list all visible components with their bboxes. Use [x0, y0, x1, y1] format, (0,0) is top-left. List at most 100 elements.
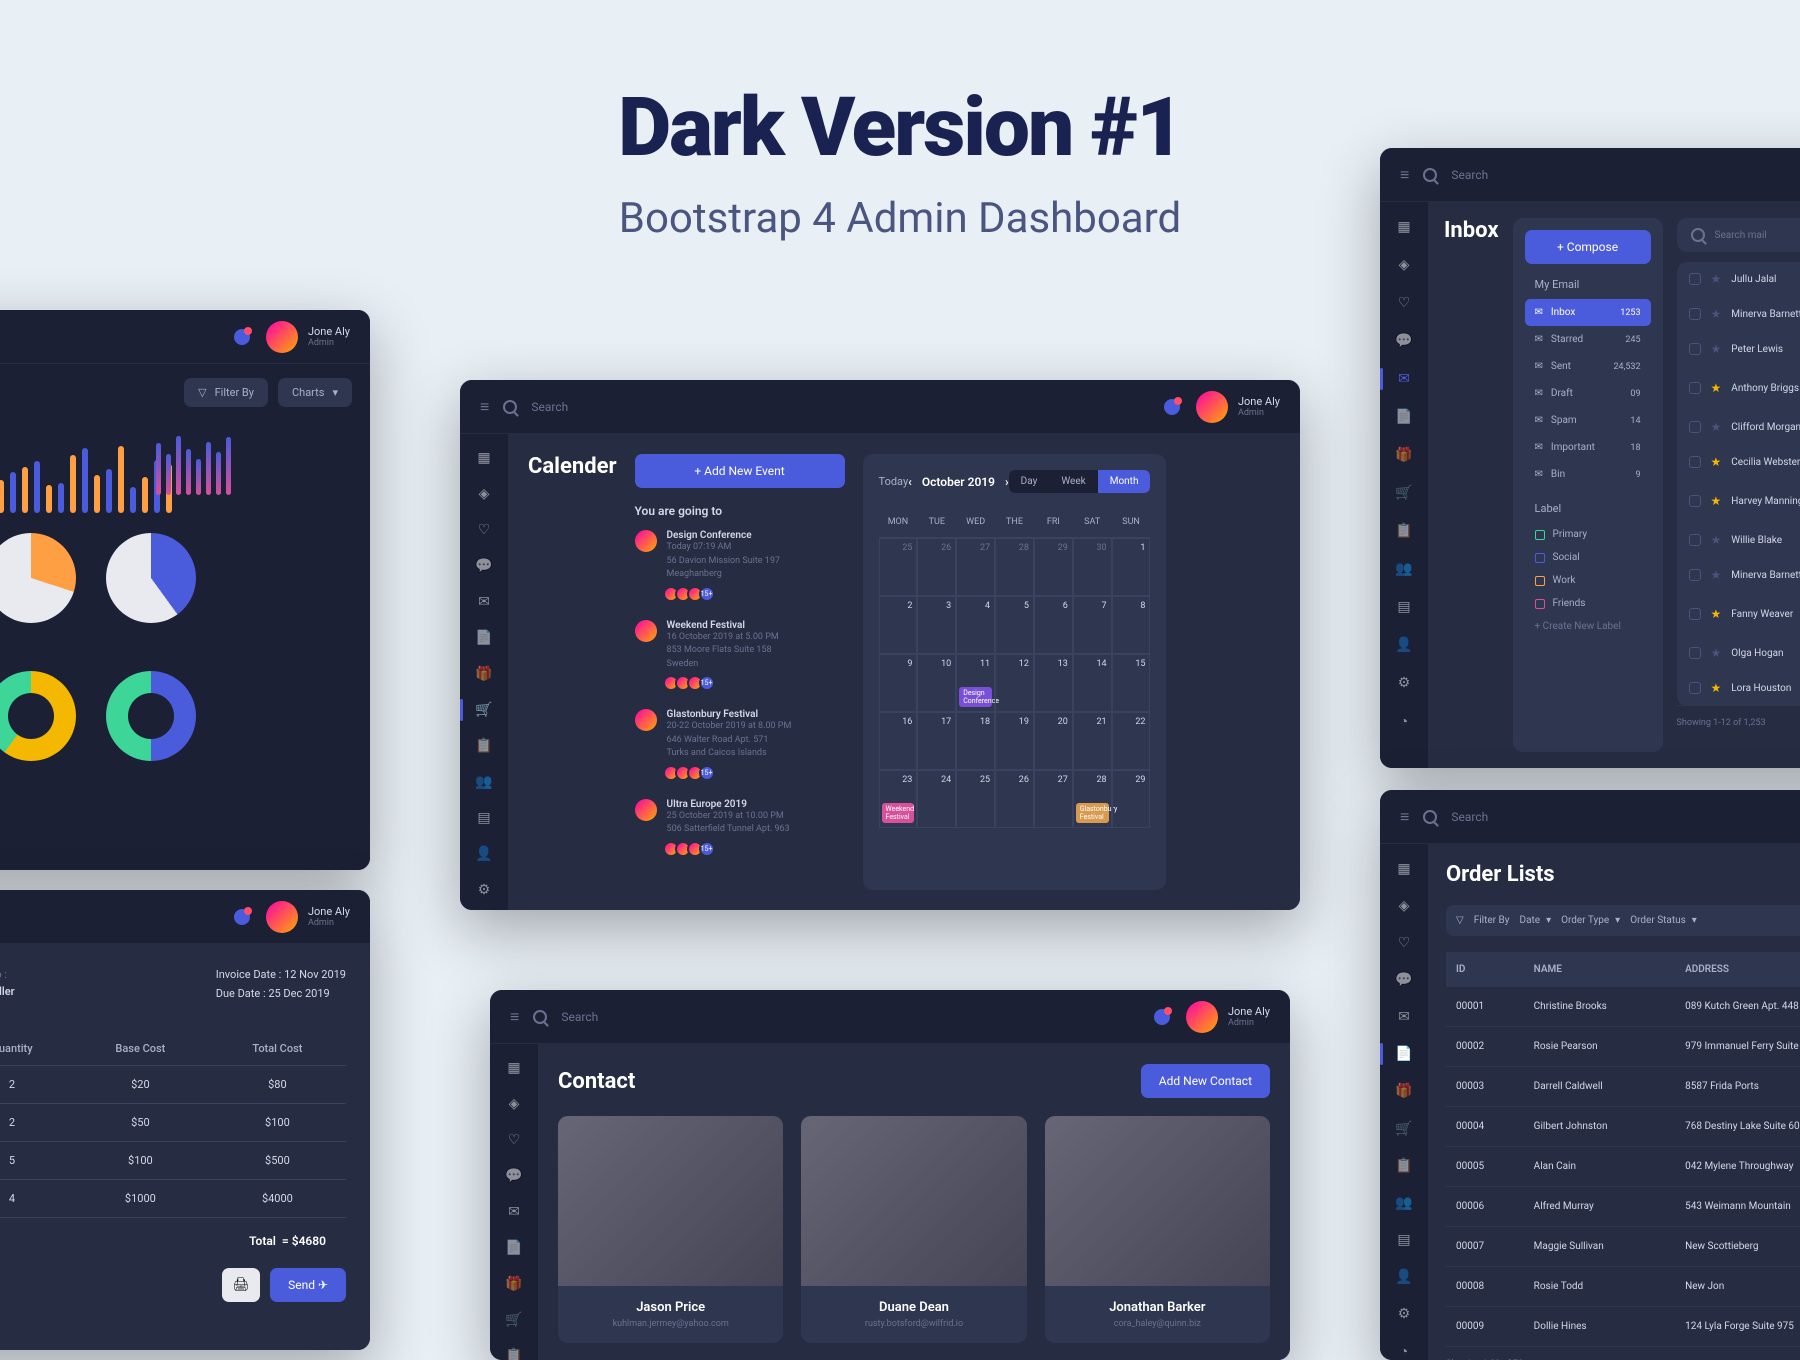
calendar-cell[interactable]: 28Glastonbury Festival [1073, 770, 1112, 828]
calendar-cell[interactable]: 27 [1034, 770, 1073, 828]
checkbox[interactable] [1689, 343, 1701, 355]
sidebar-icon[interactable]: ⚙ [475, 882, 493, 898]
label-item[interactable]: Work [1525, 569, 1651, 592]
checkbox[interactable] [1689, 569, 1701, 581]
sidebar-icon[interactable]: ⚙ [1395, 674, 1413, 692]
sidebar-icon[interactable]: 🛒 [505, 1312, 523, 1328]
checkbox[interactable] [1689, 273, 1701, 285]
calendar-cell[interactable]: 7 [1073, 596, 1112, 654]
sidebar-icon[interactable]: 💬 [1395, 332, 1413, 350]
seg-week[interactable]: Week [1049, 470, 1097, 493]
star-icon[interactable]: ★ [1711, 681, 1722, 695]
compose-button[interactable]: + Compose [1525, 230, 1651, 264]
calendar-cell[interactable]: 29 [1034, 538, 1073, 596]
bell-icon[interactable] [234, 909, 250, 925]
calendar-cell[interactable]: 18 [956, 712, 995, 770]
menu-icon[interactable]: ≡ [480, 397, 489, 417]
search-icon[interactable] [1423, 810, 1437, 824]
seg-month[interactable]: Month [1098, 470, 1151, 493]
calendar-cell[interactable]: 20 [1034, 712, 1073, 770]
calendar-cell[interactable]: 21 [1073, 712, 1112, 770]
filter-by[interactable]: Filter By [1474, 915, 1510, 926]
search-icon[interactable] [1691, 228, 1705, 242]
calendar-cell[interactable]: 12 [995, 654, 1034, 712]
mail-row[interactable]: ★ Jullu Jalal Primary [1677, 262, 1800, 297]
calendar-cell[interactable]: 26 [995, 770, 1034, 828]
sidebar-icon[interactable]: ▦ [1395, 860, 1413, 877]
calendar-cell[interactable]: 11Design Conference [956, 654, 995, 712]
checkbox[interactable] [1689, 421, 1701, 433]
sidebar-icon[interactable]: ♡ [1395, 294, 1413, 312]
sidebar-icon[interactable]: ▦ [1395, 218, 1413, 236]
filter-icon[interactable]: ▽ [1456, 915, 1464, 926]
checkbox[interactable] [1689, 608, 1701, 620]
sidebar-icon[interactable]: 🎁 [1395, 446, 1413, 464]
star-icon[interactable]: ★ [1711, 381, 1722, 395]
sidebar-icon[interactable]: ◔ [1395, 1343, 1413, 1360]
order-row[interactable]: 00008Rosie ToddNew Jon [1446, 1267, 1800, 1307]
calendar-cell[interactable]: 14 [1073, 654, 1112, 712]
sidebar-icon[interactable]: 📄 [1395, 408, 1413, 426]
calendar-cell[interactable]: 26 [917, 538, 956, 596]
order-row[interactable]: 00005Alan Cain042 Mylene Throughway [1446, 1147, 1800, 1187]
new-label-button[interactable]: + Create New Label [1525, 615, 1651, 638]
star-icon[interactable]: ★ [1711, 307, 1722, 321]
sidebar-icon[interactable]: ▦ [505, 1060, 523, 1076]
contact-card[interactable]: Jonathan Barker cora_haley@quinn.biz [1045, 1116, 1270, 1343]
sidebar-icon[interactable]: ✉ [505, 1204, 523, 1220]
search-icon[interactable] [1423, 168, 1437, 182]
event-item[interactable]: Weekend Festival 16 October 2019 at 5.00… [635, 620, 845, 692]
add-contact-button[interactable]: Add New Contact [1141, 1064, 1270, 1098]
checkbox[interactable] [1689, 382, 1701, 394]
filter-date[interactable]: Date [1520, 915, 1541, 926]
order-row[interactable]: 00009Dollie Hines124 Lyla Forge Suite 97… [1446, 1307, 1800, 1347]
calendar-cell[interactable]: 27 [956, 538, 995, 596]
order-row[interactable]: 00003Darrell Caldwell8587 Frida Ports [1446, 1067, 1800, 1107]
event-item[interactable]: Glastonbury Festival 20-22 October 2019 … [635, 709, 845, 781]
sidebar-icon[interactable]: 💬 [1395, 971, 1413, 988]
search-mail-input[interactable]: Search mail [1715, 230, 1767, 241]
calendar-cell[interactable]: 24 [917, 770, 956, 828]
cal-event-tag[interactable]: Weekend Festival [882, 803, 915, 823]
calendar-cell[interactable]: 1 [1112, 538, 1151, 596]
sidebar-icon[interactable]: 💬 [475, 558, 493, 574]
order-row[interactable]: 00004Gilbert Johnston768 Destiny Lake Su… [1446, 1107, 1800, 1147]
event-item[interactable]: Design Conference Today 07:19 AM56 Davio… [635, 530, 845, 602]
folder-item[interactable]: ✉Inbox1253 [1525, 299, 1651, 326]
calendar-cell[interactable]: 30 [1073, 538, 1112, 596]
calendar-cell[interactable]: 25 [879, 538, 918, 596]
mail-row[interactable]: ★ Lora Houston Friends [1677, 671, 1800, 706]
order-row[interactable]: 00001Christine Brooks089 Kutch Green Apt… [1446, 987, 1800, 1027]
star-icon[interactable]: ★ [1711, 494, 1722, 508]
folder-item[interactable]: ✉Important18 [1525, 434, 1651, 461]
calendar-cell[interactable]: 25 [956, 770, 995, 828]
checkbox[interactable] [1689, 534, 1701, 546]
order-row[interactable]: 00002Rosie Pearson979 Immanuel Ferry Sui… [1446, 1027, 1800, 1067]
sidebar-icon[interactable]: 📋 [475, 738, 493, 754]
checkbox[interactable] [1689, 495, 1701, 507]
mail-row[interactable]: ★ Willie Blake Primary [1677, 523, 1800, 558]
sidebar-icon[interactable]: 💬 [505, 1168, 523, 1184]
menu-icon[interactable]: ≡ [1400, 807, 1409, 827]
contact-card[interactable]: Jason Price kuhlman.jermey@yahoo.com [558, 1116, 783, 1343]
calendar-cell[interactable]: 19 [995, 712, 1034, 770]
sidebar-icon[interactable]: 👤 [1395, 1269, 1413, 1286]
mail-row[interactable]: ★ Minerva Barnett Work [1677, 297, 1800, 332]
checkbox[interactable] [1689, 647, 1701, 659]
search-icon[interactable] [533, 1010, 547, 1024]
calendar-cell[interactable]: 15 [1112, 654, 1151, 712]
calendar-cell[interactable]: 23Weekend Festival [879, 770, 918, 828]
sidebar-icon[interactable]: 📋 [1395, 522, 1413, 540]
sidebar-icon[interactable]: 🎁 [1395, 1083, 1413, 1100]
mail-row[interactable]: ★ Peter Lewis [1677, 332, 1800, 367]
sidebar-icon[interactable]: 👥 [1395, 1194, 1413, 1211]
today-label[interactable]: Today [879, 475, 909, 488]
calendar-cell[interactable]: 4 [956, 596, 995, 654]
star-icon[interactable]: ★ [1711, 646, 1722, 660]
contact-card[interactable]: Duane Dean rusty.botsford@wilfrid.io [801, 1116, 1026, 1343]
sidebar-icon[interactable]: ▤ [475, 810, 493, 826]
calendar-cell[interactable]: 16 [879, 712, 918, 770]
filter-by-button[interactable]: ▽Filter By [184, 378, 268, 407]
label-item[interactable]: Social [1525, 546, 1651, 569]
menu-icon[interactable]: ≡ [510, 1007, 519, 1027]
